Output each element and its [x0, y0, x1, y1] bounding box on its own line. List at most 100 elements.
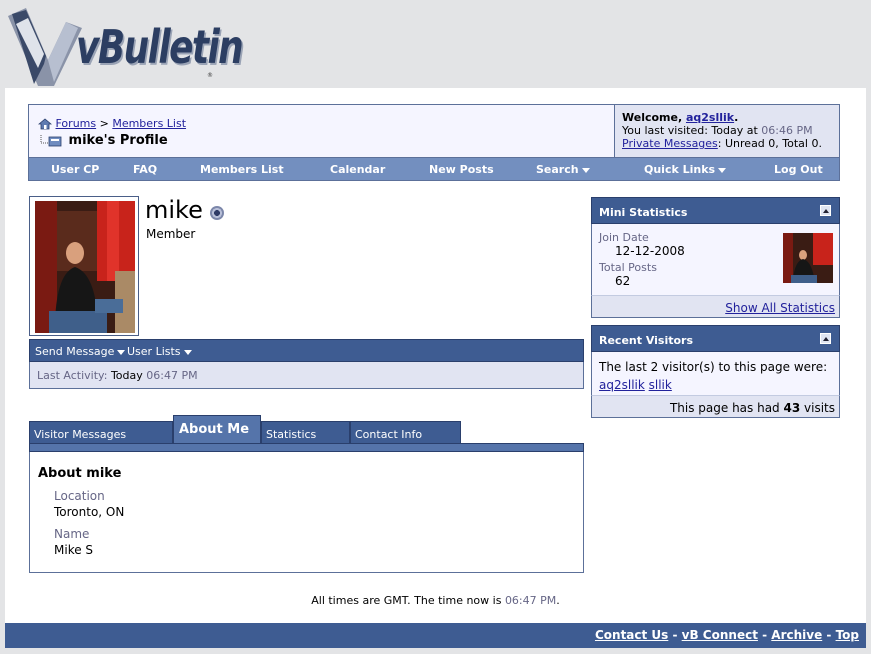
logo-v-icon [8, 8, 82, 86]
collapse-icon[interactable] [820, 205, 831, 216]
about-title: About mike [38, 466, 122, 481]
tab-statistics[interactable]: Statistics [261, 421, 350, 444]
pm-counts: : Unread 0, Total 0. [717, 137, 822, 150]
tree-branch-icon [40, 134, 62, 146]
profile-picture-frame [29, 196, 139, 336]
mini-statistics-title: Mini Statistics [599, 206, 688, 219]
welcome-panel: Welcome, aq2sllik. You last visited: Tod… [614, 105, 839, 157]
send-message-menu[interactable]: Send Message [35, 345, 126, 358]
nav-search[interactable]: Search [536, 163, 590, 176]
nav-log-out[interactable]: Log Out [774, 163, 823, 176]
footer-bar: Contact Us - vB Connect - Archive - Top [5, 623, 866, 648]
breadcrumb-forums-link[interactable]: Forums [56, 117, 97, 130]
recent-visitors-intro: The last 2 visitor(s) to this page were: [599, 360, 828, 374]
about-me-panel: About mike Location Toronto, ON Name Mik… [29, 452, 584, 573]
location-label: Location [54, 489, 105, 503]
chevron-down-icon [183, 349, 192, 355]
nav-quick-links-label: Quick Links [644, 163, 716, 176]
visit-count-prefix: This page has had [669, 401, 784, 415]
nav-faq[interactable]: FAQ [133, 163, 157, 176]
recent-visitors-title: Recent Visitors [599, 334, 694, 347]
breadcrumb-separator: > [99, 117, 109, 130]
profile-picture[interactable] [35, 201, 135, 333]
vbulletin-logo[interactable]: vBulletin ® [4, 2, 244, 88]
footer-vb-connect[interactable]: vB Connect [682, 628, 758, 642]
name-value: Mike S [54, 543, 94, 557]
tab-underline [29, 443, 584, 452]
welcome-user-link[interactable]: aq2sllik [686, 111, 734, 124]
page-container: Forums > Members List mike's Profile Wel… [5, 88, 866, 648]
user-lists-label: User Lists [127, 345, 181, 358]
last-visited-label: You last visited: Today at [622, 124, 762, 137]
forum-home-icon[interactable] [37, 118, 53, 130]
recent-visitors-header: Recent Visitors [591, 325, 840, 352]
mini-avatar [783, 233, 833, 283]
collapse-icon[interactable] [820, 333, 831, 344]
page-title-row: mike's Profile [38, 133, 168, 148]
footer-separator: - [668, 628, 682, 642]
nav-calendar[interactable]: Calendar [330, 163, 385, 176]
last-activity-day: Today [110, 369, 143, 382]
last-activity-label: Last Activity: [37, 369, 108, 382]
tab-visitor-messages[interactable]: Visitor Messages [29, 421, 173, 444]
chevron-down-icon [581, 167, 590, 173]
nav-members-list[interactable]: Members List [200, 163, 284, 176]
footer-top[interactable]: Top [836, 628, 859, 642]
welcome-prefix: Welcome, [622, 111, 686, 124]
footer-archive[interactable]: Archive [771, 628, 822, 642]
recent-visitors-list: aq2sllik sllik [599, 376, 839, 394]
total-posts-label: Total Posts [599, 261, 657, 274]
navbar: Forums > Members List mike's Profile Wel… [28, 104, 840, 181]
tab-contact-info[interactable]: Contact Info [350, 421, 461, 444]
visit-count-footer: This page has had 43 visits [591, 395, 840, 418]
logo-text: vBulletin [76, 20, 244, 74]
name-label: Name [54, 527, 90, 541]
nav-quick-links[interactable]: Quick Links [644, 163, 727, 176]
footer-separator: - [822, 628, 836, 642]
welcome-line: Welcome, aq2sllik. [622, 111, 839, 124]
visitor-link[interactable]: sllik [649, 378, 672, 392]
tab-about-me[interactable]: About Me [173, 415, 261, 444]
location-value: Toronto, ON [54, 505, 125, 519]
logo-registered: ® [207, 72, 213, 79]
page-title: mike's Profile [68, 133, 168, 148]
last-visited-line: You last visited: Today at 06:46 PM [622, 124, 839, 137]
join-date-label: Join Date [599, 231, 649, 244]
chevron-down-icon [117, 349, 126, 355]
time-note-time: 06:47 PM [504, 594, 557, 607]
last-activity-time: 06:47 PM [146, 369, 198, 382]
mini-statistics-footer: Show All Statistics [591, 295, 840, 318]
private-messages-link[interactable]: Private Messages [622, 137, 718, 150]
last-visited-time: 06:46 PM [761, 124, 813, 137]
time-note-text: All times are GMT. The time now is [311, 594, 505, 607]
chevron-down-icon [718, 167, 727, 173]
show-all-statistics-link[interactable]: Show All Statistics [725, 301, 835, 315]
profile-usertitle: Member [146, 227, 196, 241]
time-note: All times are GMT. The time now is 06:47… [5, 594, 866, 607]
visit-count-suffix: visits [800, 401, 835, 415]
nav-user-cp[interactable]: User CP [51, 163, 99, 176]
offline-status-icon [210, 206, 224, 220]
breadcrumb-members-link[interactable]: Members List [112, 117, 186, 130]
time-note-suffix: . [556, 594, 560, 607]
mini-statistics-header: Mini Statistics [591, 197, 840, 224]
last-activity: Last Activity: Today 06:47 PM [29, 362, 584, 389]
breadcrumb: Forums > Members List [37, 117, 186, 130]
nav-new-posts[interactable]: New Posts [429, 163, 494, 176]
footer-separator: - [757, 628, 772, 642]
visit-count: 43 [783, 401, 801, 415]
nav-search-label: Search [536, 163, 579, 176]
nav-links-bar: User CP FAQ Members List Calendar New Po… [29, 157, 839, 180]
pm-line: Private Messages: Unread 0, Total 0. [622, 137, 839, 150]
visitor-link[interactable]: aq2sllik [599, 378, 645, 392]
welcome-suffix: . [734, 111, 739, 124]
total-posts-value: 62 [615, 274, 631, 288]
join-date-value: 12-12-2008 [615, 244, 685, 258]
mini-statistics-body: Join Date 12-12-2008 Total Posts 62 [591, 224, 840, 296]
footer-contact-us[interactable]: Contact Us [595, 628, 668, 642]
user-lists-menu[interactable]: User Lists [127, 345, 192, 358]
recent-visitors-body: The last 2 visitor(s) to this page were:… [591, 352, 840, 396]
profile-username: mike [145, 196, 203, 224]
breadcrumb-area: Forums > Members List mike's Profile [29, 105, 614, 157]
send-message-label: Send Message [35, 345, 115, 358]
